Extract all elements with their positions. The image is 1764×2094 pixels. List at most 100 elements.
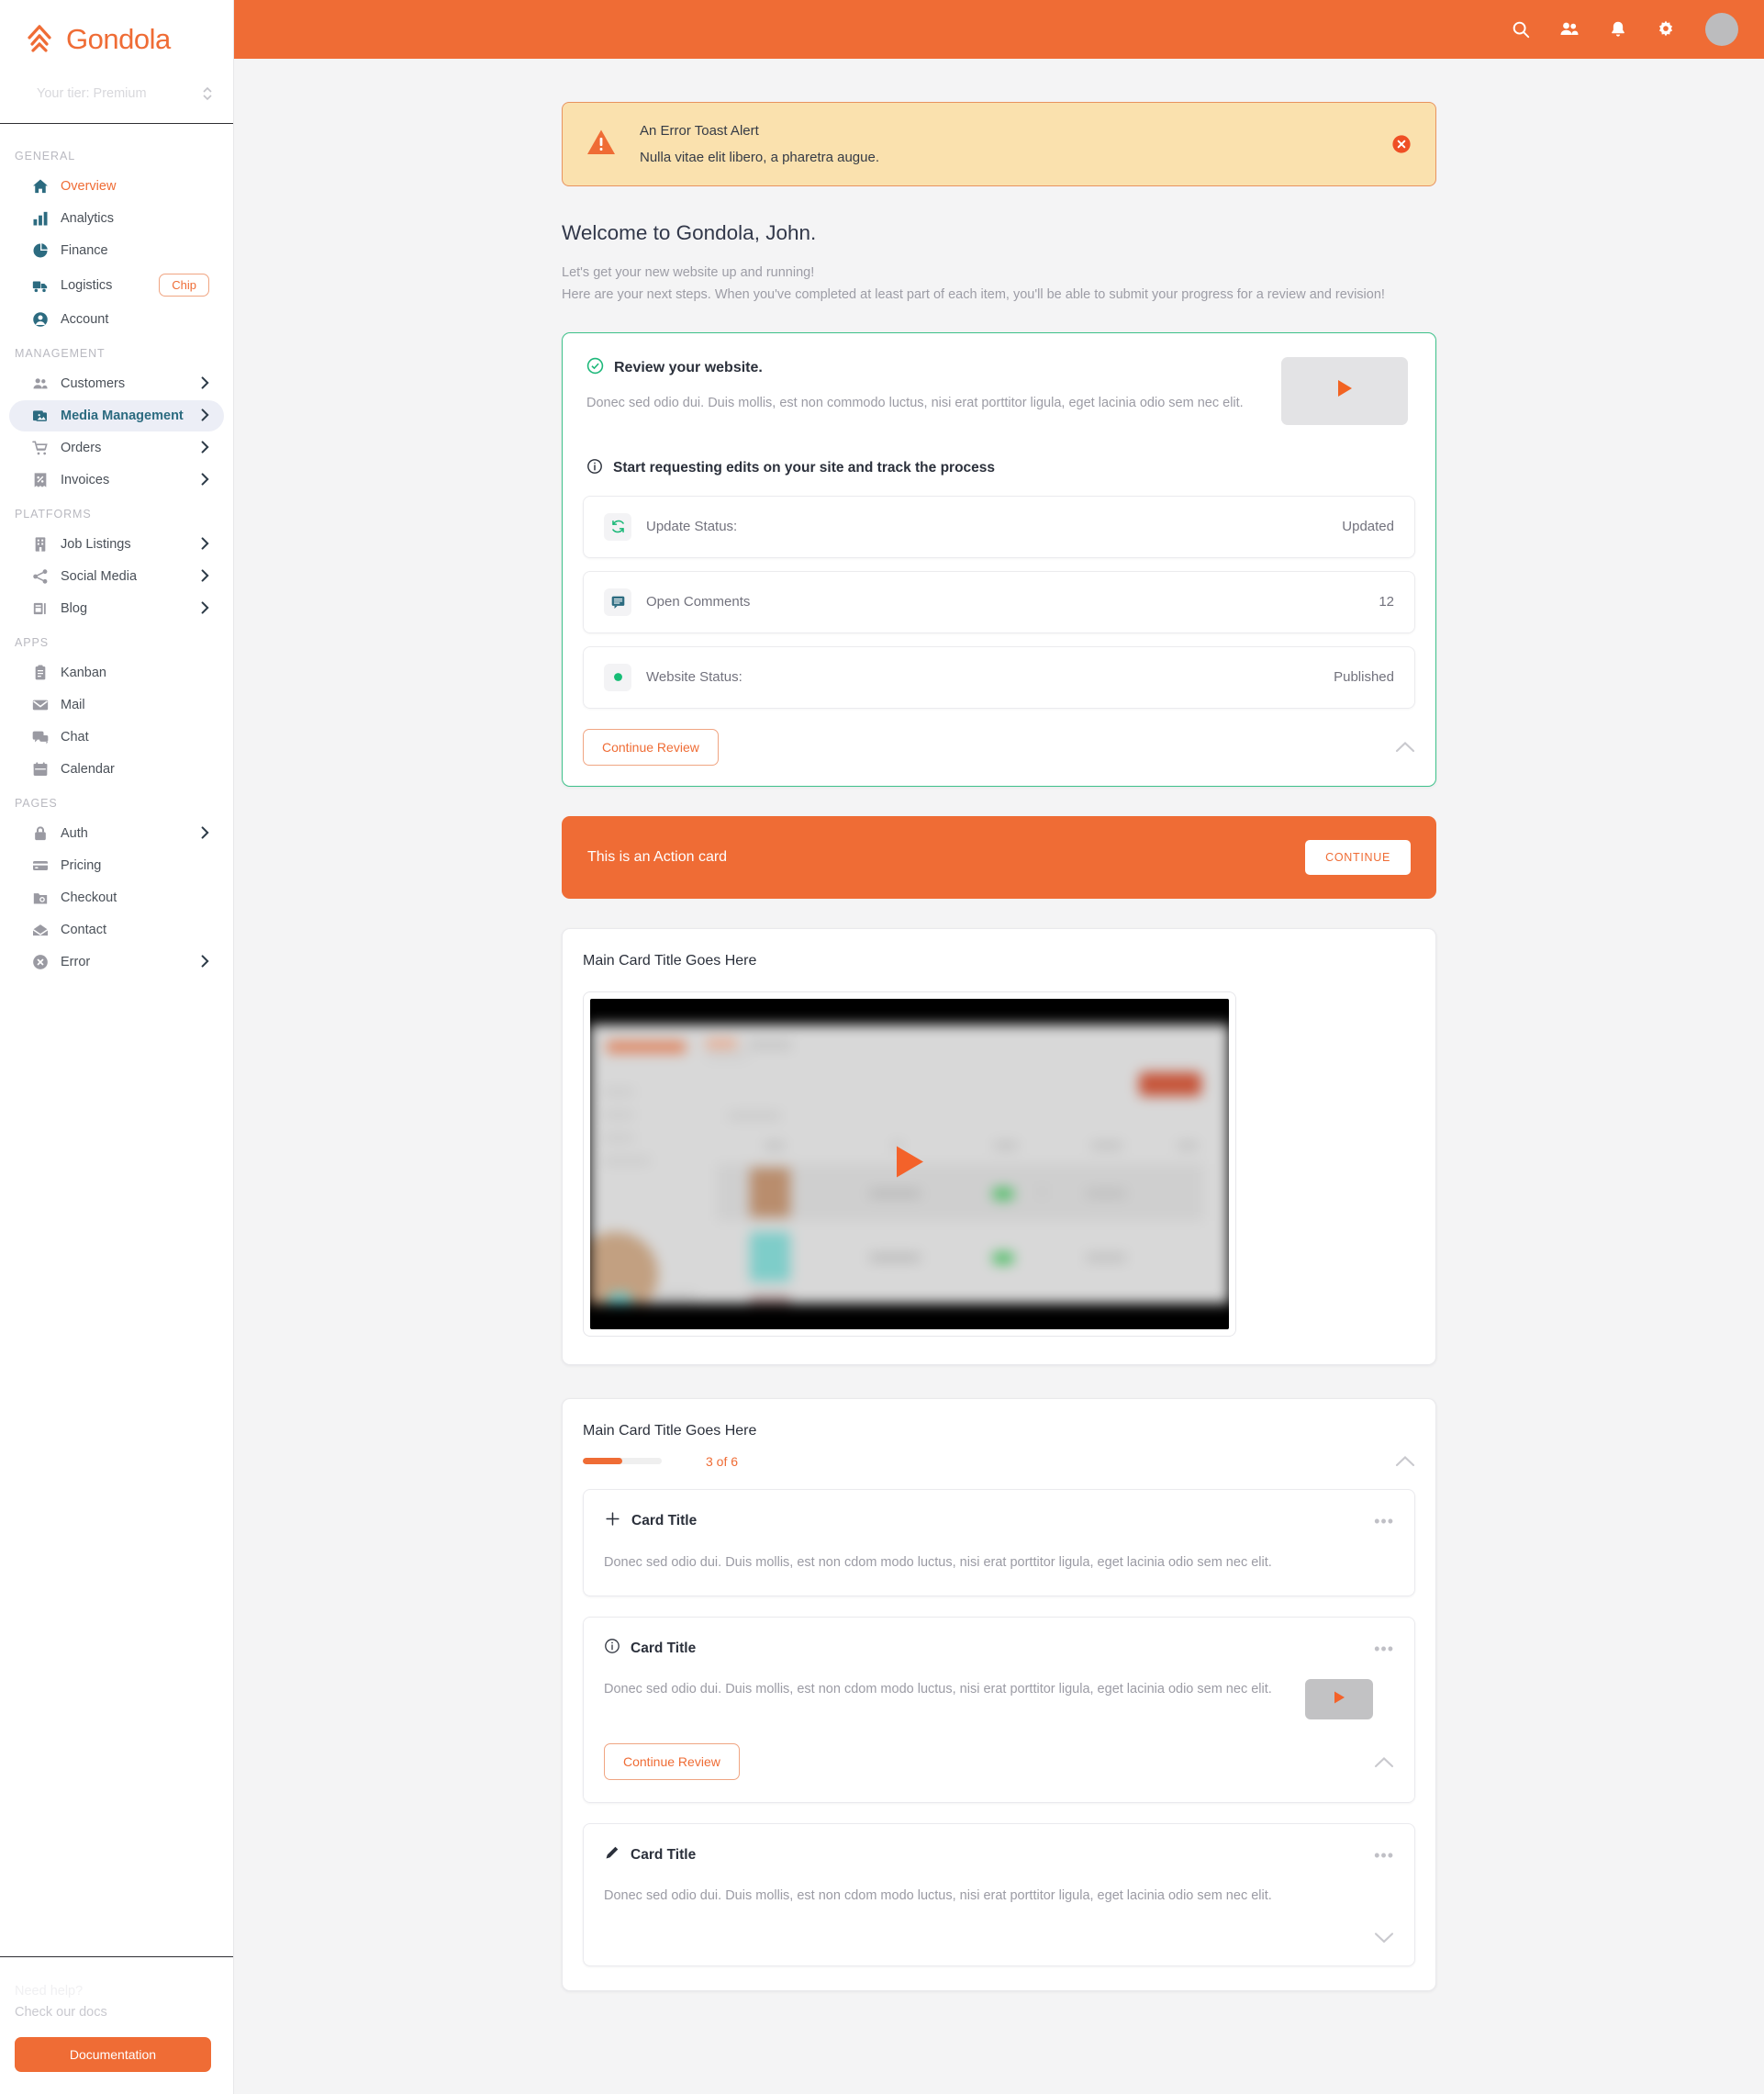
search-icon[interactable] (1511, 19, 1531, 39)
continue-review-button[interactable]: Continue Review (604, 1743, 740, 1781)
sidebar-item-invoices[interactable]: Invoices (9, 465, 224, 496)
brand[interactable]: Gondola (0, 0, 233, 72)
credit-card-icon (31, 857, 50, 875)
sub-card-head: Card Title ••• (604, 1638, 1394, 1659)
documentation-button[interactable]: Documentation (15, 2037, 211, 2072)
avatar[interactable] (1705, 13, 1738, 46)
article-icon (31, 599, 50, 618)
sidebar-item-label: Contact (61, 923, 106, 937)
review-card-head: Review your website. Donec sed odio dui.… (583, 356, 1415, 425)
action-continue-button[interactable]: CONTINUE (1305, 839, 1411, 875)
ellipsis-icon[interactable]: ••• (1374, 1847, 1394, 1864)
progress-card: Main Card Title Goes Here 3 of 6 Card Ti… (562, 1397, 1436, 1991)
review-card-title: Review your website. (614, 359, 763, 375)
sidebar-item-orders[interactable]: Orders (9, 432, 224, 464)
sidebar-item-account[interactable]: Account (9, 304, 224, 335)
chevron-down-icon[interactable] (1374, 1932, 1394, 1943)
sub-card-title: Card Title (631, 1512, 698, 1529)
sidebar-item-calendar[interactable]: Calendar (9, 754, 224, 785)
sidebar-item-checkout[interactable]: Checkout (9, 882, 224, 913)
continue-review-button[interactable]: Continue Review (583, 728, 719, 766)
sub-card-title: Card Title (631, 1640, 697, 1656)
chevron-right-icon[interactable] (201, 375, 209, 392)
clipboard-icon (31, 664, 50, 682)
envelope-icon (31, 696, 50, 714)
video-player[interactable] (590, 998, 1229, 1329)
sidebar-item-job-listings[interactable]: Job Listings (9, 529, 224, 560)
review-subsection-title: Start requesting edits on your site and … (613, 460, 996, 476)
sidebar-item-social-media[interactable]: Social Media (9, 561, 224, 592)
mail-open-icon (31, 921, 50, 939)
chevron-up-icon[interactable] (1374, 1756, 1394, 1768)
chevron-right-icon[interactable] (201, 600, 209, 617)
sidebar-item-finance[interactable]: Finance (9, 235, 224, 266)
sidebar-item-customers[interactable]: Customers (9, 368, 224, 399)
help-line-2: Check our docs (15, 2004, 107, 2020)
review-video-thumbnail[interactable] (1281, 356, 1408, 425)
sub-card-head: Card Title ••• (604, 1510, 1394, 1532)
progress-bar-fill (583, 1458, 622, 1465)
toast-body: An Error Toast Alert Nulla vitae elit li… (640, 123, 1368, 165)
sidebar-item-analytics[interactable]: Analytics (9, 203, 224, 234)
status-row[interactable]: Open Comments 12 (583, 570, 1415, 633)
review-card-description: Donec sed odio dui. Duis mollis, est non… (586, 395, 1244, 410)
chevron-up-icon[interactable] (1395, 1455, 1415, 1467)
chevron-right-icon[interactable] (201, 440, 209, 456)
sidebar-item-overview[interactable]: Overview (9, 171, 224, 202)
sub-card-title: Card Title (631, 1846, 697, 1863)
receipt-icon (31, 471, 50, 489)
sidebar-item-contact[interactable]: Contact (9, 914, 224, 946)
sub-card-video-thumbnail[interactable] (1305, 1679, 1373, 1720)
chevron-right-icon[interactable] (201, 408, 209, 424)
close-circle-icon[interactable] (1391, 134, 1412, 154)
sub-card-body: Donec sed odio dui. Duis mollis, est non… (604, 1886, 1394, 1907)
chevron-updown-icon (202, 84, 213, 103)
people-icon[interactable] (1558, 18, 1580, 40)
sidebar-item-auth[interactable]: Auth (9, 818, 224, 849)
chevron-right-icon[interactable] (201, 825, 209, 842)
sidebar-item-label: Media Management (61, 409, 184, 423)
status-row[interactable]: Update Status: Updated (583, 495, 1415, 558)
play-icon[interactable] (894, 1144, 925, 1183)
sidebar-item-label: Error (61, 955, 91, 969)
sidebar-item-chat[interactable]: Chat (9, 722, 224, 753)
sidebar-item-chip[interactable]: Chip (159, 274, 209, 297)
chevron-right-icon[interactable] (201, 954, 209, 970)
bell-icon[interactable] (1608, 18, 1628, 40)
sidebar-item-media-management[interactable]: Media Management (9, 400, 224, 431)
sidebar-item-kanban[interactable]: Kanban (9, 657, 224, 689)
gear-icon[interactable] (1656, 19, 1676, 39)
sidebar-item-logistics[interactable]: Logistics Chip (9, 267, 224, 303)
ellipsis-icon[interactable]: ••• (1374, 1640, 1394, 1657)
nav-section-label-management: MANAGEMENT (15, 347, 106, 360)
chevron-right-icon[interactable] (201, 472, 209, 488)
chevron-up-icon[interactable] (1395, 741, 1415, 753)
sidebar-item-label: Job Listings (61, 537, 131, 552)
sidebar-item-blog[interactable]: Blog (9, 593, 224, 624)
sidebar-item-error[interactable]: Error (9, 946, 224, 978)
sub-card-body: Donec sed odio dui. Duis mollis, est non… (604, 1679, 1394, 1720)
tier-selector[interactable]: Your tier: Premium (0, 72, 233, 123)
chevron-right-icon[interactable] (201, 568, 209, 585)
sidebar-item-label: Orders (61, 441, 102, 455)
sidebar-item-label: Mail (61, 698, 85, 712)
users-icon (31, 375, 50, 393)
sub-card-description: Donec sed odio dui. Duis mollis, est non… (604, 1888, 1272, 1904)
info-circle-icon (604, 1638, 620, 1659)
sub-card-actions: Continue Review (604, 1743, 1394, 1781)
sub-card: Card Title ••• Donec sed odio dui. Duis … (583, 1823, 1415, 1966)
cart-icon (31, 439, 50, 457)
status-row[interactable]: Website Status: Published (583, 645, 1415, 709)
sidebar: Gondola Your tier: Premium GENERAL Overvi… (0, 0, 234, 2094)
welcome-line-2: Here are your next steps. When you've co… (562, 287, 1385, 303)
sidebar-item-label: Finance (61, 243, 108, 258)
sub-card-body: Donec sed odio dui. Duis mollis, est non… (604, 1552, 1394, 1573)
chevron-right-icon[interactable] (201, 536, 209, 553)
status-row-label: Open Comments (646, 594, 751, 610)
sidebar-item-pricing[interactable]: Pricing (9, 850, 224, 881)
tier-label: Your tier: Premium (37, 86, 147, 101)
error-circle-icon (31, 953, 50, 971)
sidebar-item-label: Chat (61, 730, 89, 745)
ellipsis-icon[interactable]: ••• (1374, 1513, 1394, 1529)
sidebar-item-mail[interactable]: Mail (9, 689, 224, 721)
